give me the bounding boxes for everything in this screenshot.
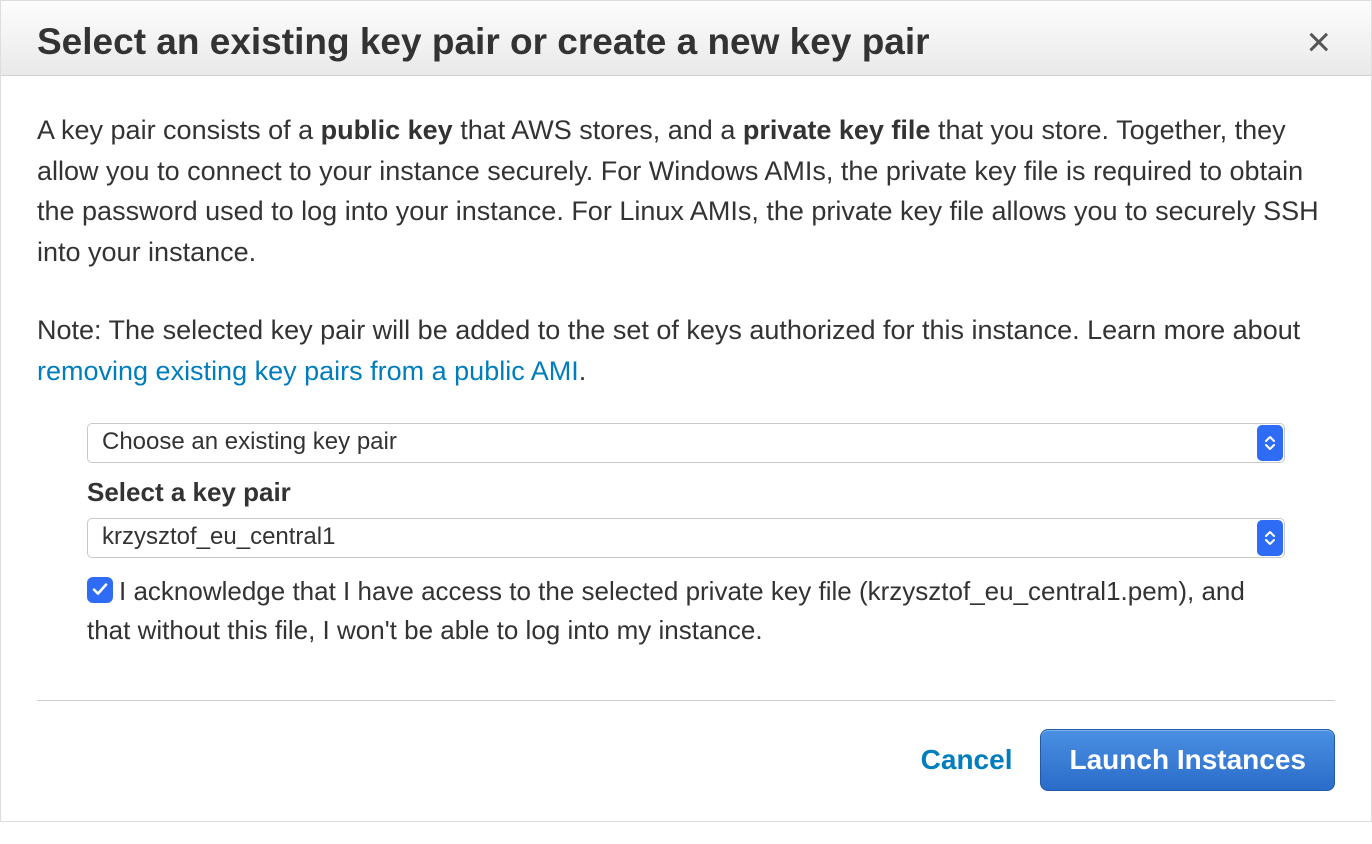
cancel-button[interactable]: Cancel	[921, 744, 1013, 776]
desc-seg2: that AWS stores, and a	[453, 115, 743, 145]
keypair-modal: Select an existing key pair or create a …	[0, 0, 1372, 822]
keypair-name-select-wrap: krzysztof_eu_central1	[87, 518, 1285, 558]
description-text: A key pair consists of a public key that…	[37, 110, 1335, 272]
keypair-name-select[interactable]: krzysztof_eu_central1	[87, 518, 1285, 558]
keypair-action-select[interactable]: Choose an existing key pair	[87, 423, 1285, 463]
select-keypair-label: Select a key pair	[87, 477, 1285, 508]
acknowledge-checkbox[interactable]	[87, 577, 113, 603]
launch-instances-button[interactable]: Launch Instances	[1040, 729, 1335, 791]
modal-header: Select an existing key pair or create a …	[1, 1, 1371, 76]
desc-bold-public-key: public key	[321, 115, 453, 145]
acknowledge-text: I acknowledge that I have access to the …	[87, 576, 1245, 645]
close-icon[interactable]: ×	[1302, 21, 1335, 63]
modal-title: Select an existing key pair or create a …	[37, 21, 930, 63]
modal-body: A key pair consists of a public key that…	[1, 76, 1371, 670]
acknowledge-row: I acknowledge that I have access to the …	[87, 572, 1285, 650]
desc-seg1: A key pair consists of a	[37, 115, 321, 145]
desc-bold-private-key-file: private key file	[743, 115, 931, 145]
note-seg1: Note: The selected key pair will be adde…	[37, 315, 1300, 345]
form-block: Choose an existing key pair Select a key…	[87, 423, 1335, 650]
remove-keypairs-link[interactable]: removing existing key pairs from a publi…	[37, 356, 579, 386]
keypair-action-select-wrap: Choose an existing key pair	[87, 423, 1285, 463]
modal-footer: Cancel Launch Instances	[37, 700, 1335, 821]
note-seg2: .	[579, 356, 587, 386]
note-text: Note: The selected key pair will be adde…	[37, 310, 1335, 391]
